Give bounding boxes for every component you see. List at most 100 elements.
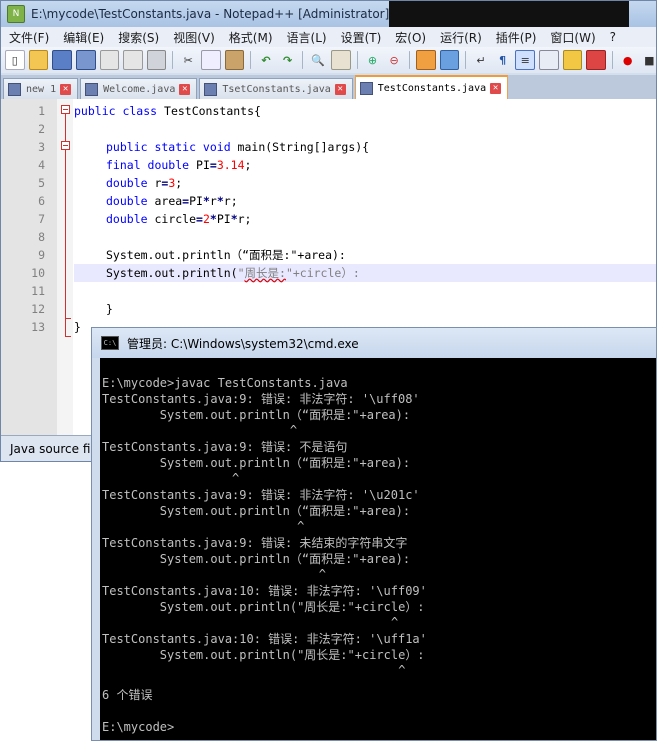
cut-icon[interactable]: ✂ — [179, 51, 197, 69]
close-all-icon[interactable] — [123, 50, 143, 70]
menu-macro[interactable]: 宏(O) — [395, 29, 426, 46]
line-text: double r=3; — [106, 174, 182, 192]
doc-map-icon[interactable] — [539, 50, 559, 70]
console-line: System.out.println（“面积是:"+area): — [102, 456, 411, 470]
word-wrap-icon[interactable]: ↵ — [472, 51, 490, 69]
line-text: System.out.println（“面积是:"+area): — [106, 248, 346, 262]
new-file-icon[interactable]: ▯ — [5, 50, 25, 70]
find-icon[interactable]: 🔍 — [309, 51, 327, 69]
record-macro-icon[interactable]: ● — [619, 51, 637, 69]
code-text: main(String[]args){ — [230, 140, 370, 154]
line-number: 3 — [38, 140, 45, 154]
console-output[interactable]: E:\mycode>javac TestConstants.java TestC… — [100, 358, 656, 740]
line-text: double circle=2*PI*r; — [106, 210, 251, 228]
line-number: 13 — [31, 320, 45, 334]
string-literal: " — [237, 266, 245, 280]
operator: * — [209, 212, 217, 226]
indent-guide-icon[interactable]: ≡ — [515, 50, 536, 70]
close-icon[interactable]: ✕ — [179, 83, 191, 95]
operator: * — [230, 212, 238, 226]
menu-view[interactable]: 视图(V) — [173, 29, 215, 46]
zoom-in-icon[interactable]: ⊕ — [364, 51, 382, 69]
number: 3.14 — [216, 158, 245, 172]
function-list-icon[interactable] — [562, 50, 583, 70]
menu-language[interactable]: 语言(L) — [287, 29, 327, 46]
stop-macro-icon[interactable]: ■ — [641, 51, 656, 69]
menu-search[interactable]: 搜索(S) — [118, 29, 159, 46]
console-prompt[interactable]: E:\mycode> — [102, 719, 174, 735]
code-text: r; — [237, 212, 252, 226]
save-all-icon[interactable] — [75, 50, 96, 70]
menu-help[interactable]: ? — [610, 30, 616, 44]
keyword: double — [106, 176, 148, 190]
menu-window[interactable]: 窗口(W) — [550, 29, 595, 46]
code-text: PI — [189, 194, 203, 208]
copy-icon[interactable] — [200, 50, 221, 70]
code-text: System.out.println( — [106, 266, 238, 280]
close-file-icon[interactable] — [99, 50, 120, 70]
console-line: TestConstants.java:9: 错误: 非法字符: '\u201c' — [102, 488, 420, 502]
number: 2 — [202, 212, 210, 226]
line-number: 9 — [38, 248, 45, 262]
menu-settings[interactable]: 设置(T) — [341, 29, 382, 46]
operator: * — [202, 194, 210, 208]
menu-plugins[interactable]: 插件(P) — [496, 29, 537, 46]
code-text: ; — [175, 176, 183, 190]
close-icon[interactable]: ✕ — [60, 83, 72, 95]
code-line: 5 double r=3; — [1, 174, 656, 192]
undo-icon[interactable]: ↶ — [257, 51, 275, 69]
redo-icon[interactable]: ↷ — [279, 51, 297, 69]
code-line: 12 } — [1, 300, 656, 318]
zoom-out-icon[interactable]: ⊖ — [385, 51, 403, 69]
console-line: System.out.println("周长是:"+circle）: — [102, 648, 425, 662]
tab-label: new 1 — [26, 83, 57, 95]
menu-edit[interactable]: 编辑(E) — [63, 29, 104, 46]
operator: = — [209, 158, 217, 172]
sync-h-icon[interactable] — [439, 50, 460, 70]
string-literal: "+circle）: — [285, 266, 360, 280]
code-line: 4 final double PI=3.14; — [1, 156, 656, 174]
line-number: 7 — [38, 212, 45, 226]
fold-end-mark — [65, 336, 71, 337]
line-text: } — [74, 320, 81, 334]
toolbar-separator — [408, 51, 410, 69]
console-line: System.out.println（“面积是:"+area): — [102, 504, 411, 518]
tab-tsetconstants[interactable]: TsetConstants.java ✕ — [199, 78, 353, 99]
menu-run[interactable]: 运行(R) — [440, 29, 482, 46]
replace-icon[interactable] — [331, 50, 351, 70]
code-line: 2 — [1, 120, 656, 138]
paste-icon[interactable] — [224, 50, 245, 70]
saved-file-icon — [85, 82, 99, 96]
toolbar-separator — [172, 51, 174, 69]
console-line: ^ — [102, 615, 399, 629]
close-icon[interactable]: ✕ — [490, 82, 502, 94]
console-line: TestConstants.java:9: 错误: 不是语句 — [102, 440, 348, 454]
tab-new-1[interactable]: new 1 ✕ — [3, 78, 79, 99]
tab-testconstants[interactable]: TestConstants.java ✕ — [354, 75, 509, 99]
line-number: 1 — [38, 104, 45, 118]
open-file-icon[interactable] — [28, 50, 49, 70]
menu-file[interactable]: 文件(F) — [9, 29, 49, 46]
sync-scroll-icon[interactable] — [415, 50, 436, 70]
line-number: 5 — [38, 176, 45, 190]
code-line: 9 System.out.println（“面积是:"+area): — [1, 246, 656, 264]
keyword: public static void — [106, 140, 231, 154]
show-all-chars-icon[interactable]: ¶ — [494, 51, 512, 69]
code-line: 7 double circle=2*PI*r; — [1, 210, 656, 228]
save-icon[interactable] — [52, 50, 72, 70]
folder-workspace-icon[interactable] — [586, 50, 606, 70]
tab-welcome[interactable]: Welcome.java ✕ — [80, 78, 198, 99]
notepad-title-bar[interactable]: N E:\mycode\TestConstants.java - Notepad… — [1, 1, 656, 27]
print-icon[interactable] — [146, 50, 167, 70]
code-text: PI — [189, 158, 210, 172]
code-line: 10 System.out.println("周长是:"+circle）: — [1, 264, 656, 282]
menu-bar: 文件(F) 编辑(E) 搜索(S) 视图(V) 格式(M) 语言(L) 设置(T… — [1, 27, 656, 47]
menu-format[interactable]: 格式(M) — [229, 29, 273, 46]
notepad-app-icon: N — [7, 5, 25, 23]
toolbar-separator — [250, 51, 252, 69]
console-line: TestConstants.java:9: 错误: 未结束的字符串文字 — [102, 536, 408, 550]
tab-label: TestConstants.java — [377, 82, 487, 94]
console-line: TestConstants.java:10: 错误: 非法字符: '\uff09… — [102, 584, 427, 598]
cmd-title-bar[interactable]: C:\ 管理员: C:\Windows\system32\cmd.exe — [92, 328, 656, 358]
close-icon[interactable]: ✕ — [334, 83, 346, 95]
